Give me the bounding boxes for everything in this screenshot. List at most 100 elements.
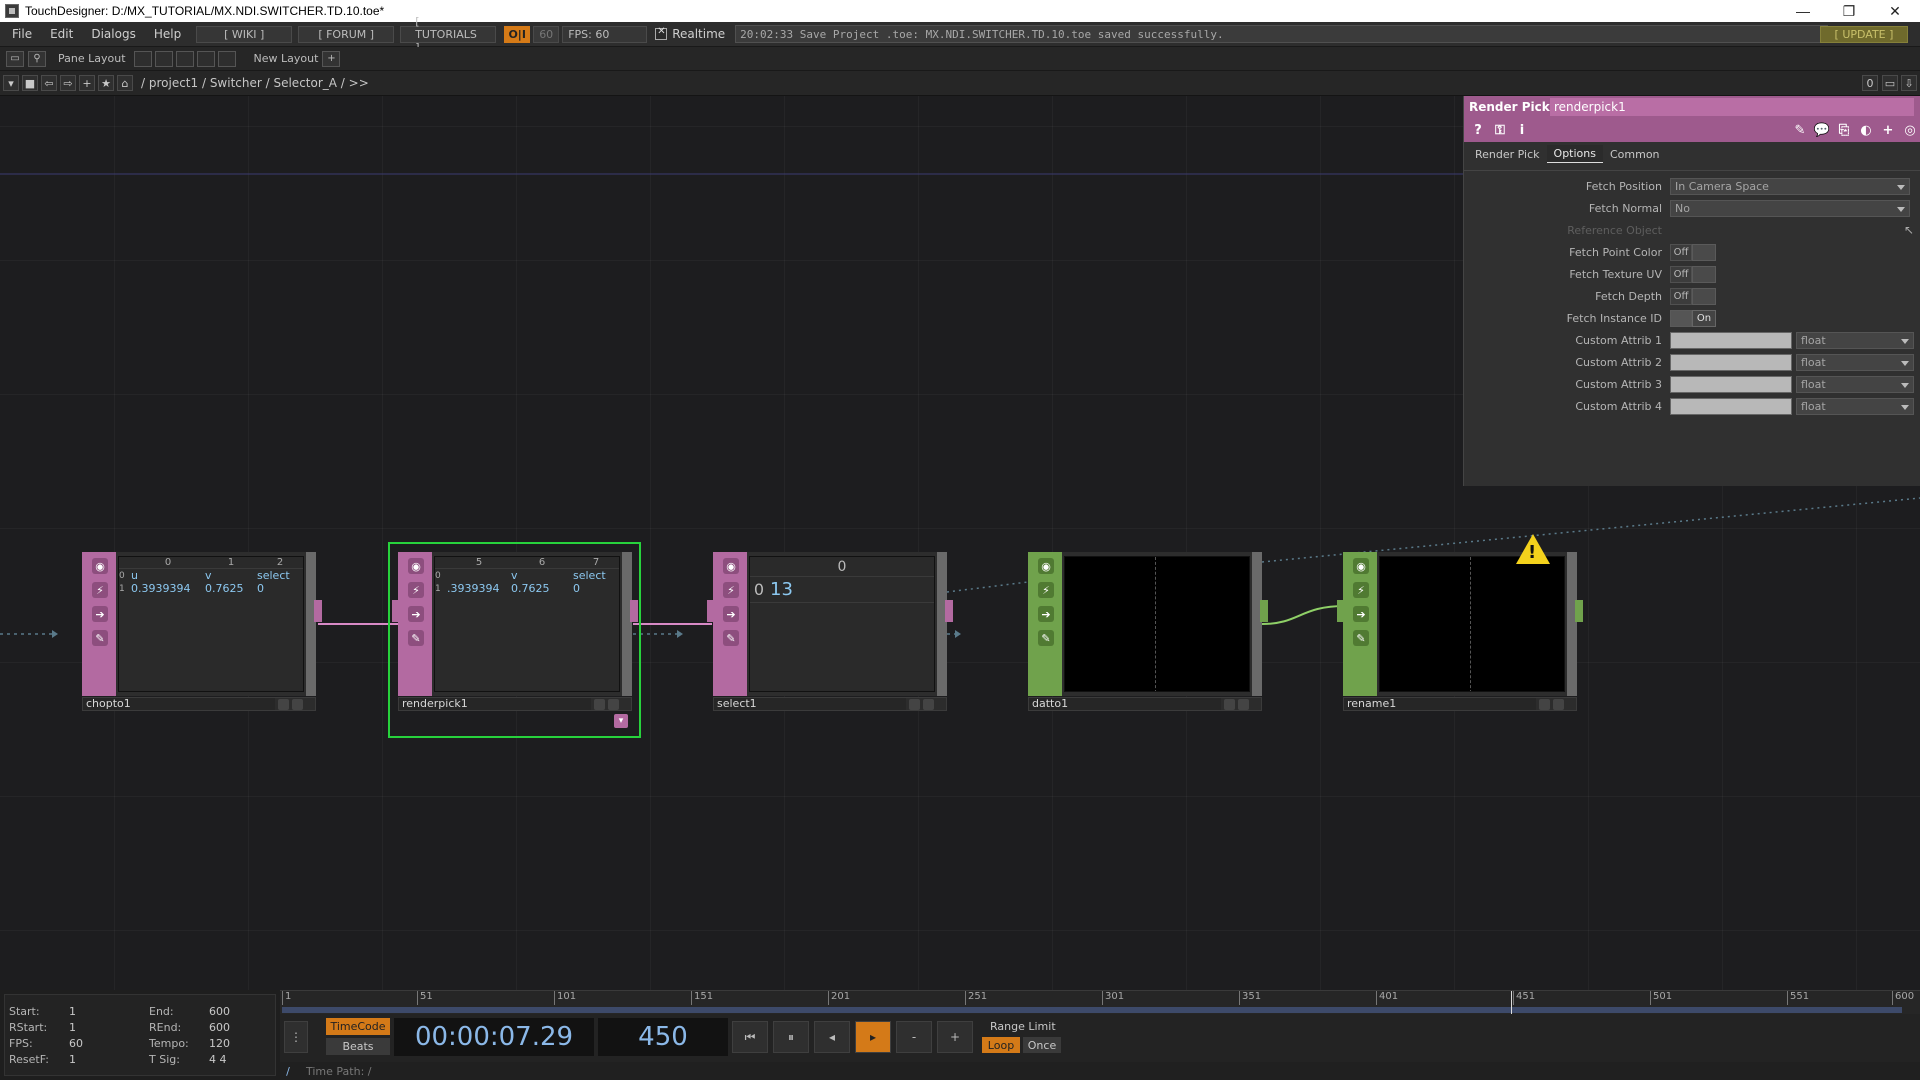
flag-plus[interactable]: [608, 698, 619, 710]
fetch-instance-id-toggle[interactable]: On: [1670, 309, 1716, 327]
node-select1[interactable]: ◉ ⚡ ➔ ✎ 0 0 13 select1: [707, 552, 953, 711]
node-chopto1[interactable]: ◉ ⚡ ➔ ✎ 0 1 2 0 u v select 1 0.3939394 0…: [82, 552, 322, 711]
custom-attrib-1-field[interactable]: [1670, 331, 1792, 349]
maximize-pane-icon[interactable]: ▭: [1882, 75, 1898, 91]
flag-dot[interactable]: [1224, 698, 1235, 710]
tsig-value[interactable]: 4 4: [209, 1053, 289, 1066]
viewer-toggle-icon[interactable]: ◉: [1353, 558, 1369, 574]
input-connector[interactable]: [392, 600, 400, 622]
timeline-ruler[interactable]: 1 51 101 151 201 251 301 351 401 451 501…: [280, 990, 1920, 1015]
home-icon[interactable]: ⌂: [117, 75, 133, 91]
layout-single[interactable]: [133, 50, 152, 67]
tab-options[interactable]: Options: [1546, 145, 1603, 163]
custom-attrib-2-field[interactable]: [1670, 353, 1792, 371]
display-icon[interactable]: ➔: [408, 606, 424, 622]
star-icon[interactable]: ★: [98, 75, 114, 91]
pick-object-icon[interactable]: ↖: [1904, 223, 1914, 237]
comment-icon[interactable]: 💬: [1814, 122, 1830, 138]
close-button[interactable]: ✕: [1872, 0, 1918, 22]
node-renderpick1[interactable]: ◉ ⚡ ➔ ✎ 5 6 7 0 v select 1 .3939394 0.76…: [392, 552, 638, 728]
toggle-switch[interactable]: [1692, 243, 1716, 261]
output-connector[interactable]: [945, 600, 953, 622]
download-icon[interactable]: ⇩: [1901, 75, 1917, 91]
node-name[interactable]: datto1: [1029, 698, 1221, 710]
timecode-button[interactable]: TimeCode: [326, 1018, 390, 1035]
time-path-root[interactable]: /: [280, 1065, 296, 1078]
beats-button[interactable]: Beats: [326, 1038, 390, 1055]
node-name[interactable]: renderpick1: [399, 698, 591, 710]
pane-node-icon[interactable]: ⚲: [28, 50, 46, 67]
layout-split-horizontal[interactable]: [175, 50, 194, 67]
forward-arrow-icon[interactable]: ⇨: [60, 75, 76, 91]
display-icon[interactable]: ➔: [92, 606, 108, 622]
python-icon[interactable]: ◐: [1858, 122, 1874, 138]
node-name[interactable]: rename1: [1344, 698, 1536, 710]
lock-icon[interactable]: ✎: [92, 630, 108, 646]
tutorials-button[interactable]: [ TUTORIALS ]: [400, 15, 497, 54]
flag-dot[interactable]: [594, 698, 605, 710]
update-button[interactable]: [ UPDATE ]: [1820, 26, 1908, 43]
stop-icon[interactable]: ■: [22, 75, 38, 91]
fetch-position-menu[interactable]: In Camera Space: [1670, 177, 1910, 195]
loop-button[interactable]: Loop: [982, 1037, 1020, 1053]
viewer-toggle-icon[interactable]: ◉: [723, 558, 739, 574]
fetch-depth-toggle[interactable]: Off: [1670, 287, 1716, 305]
rewind-icon[interactable]: ⏮: [732, 1021, 768, 1053]
end-value[interactable]: 600: [209, 1005, 289, 1018]
node-body[interactable]: ◉ ⚡ ➔ ✎: [1337, 552, 1583, 696]
display-icon[interactable]: ➔: [1038, 606, 1054, 622]
node-body[interactable]: ◉ ⚡ ➔ ✎ 5 6 7 0 v select 1 .3939394 0.76…: [392, 552, 638, 696]
start-value[interactable]: 1: [69, 1005, 149, 1018]
pause-icon[interactable]: ⏸: [773, 1021, 809, 1053]
toggle-switch[interactable]: [1692, 265, 1716, 283]
custom-attrib-3-field[interactable]: [1670, 375, 1792, 393]
clone-icon[interactable]: ⎘: [1836, 122, 1852, 138]
op-name-field[interactable]: renderpick1: [1550, 98, 1914, 116]
tempo-value[interactable]: 120: [209, 1037, 289, 1050]
back-arrow-icon[interactable]: ⇦: [41, 75, 57, 91]
restore-button[interactable]: ❐: [1826, 0, 1872, 22]
input-connector[interactable]: [1337, 600, 1345, 622]
lock-icon[interactable]: ✎: [1038, 630, 1054, 646]
timeline-playhead[interactable]: [1511, 991, 1512, 1015]
play-icon[interactable]: ▸: [855, 1021, 891, 1053]
node-name[interactable]: chopto1: [83, 698, 275, 710]
help-icon[interactable]: ?: [1470, 122, 1486, 138]
bypass-icon[interactable]: ⚡: [1353, 582, 1369, 598]
fetch-point-color-toggle[interactable]: Off: [1670, 243, 1716, 261]
toggle-switch[interactable]: [1670, 309, 1692, 327]
timeline-collapse-icon[interactable]: ⋮: [284, 1021, 308, 1053]
node-body[interactable]: ◉ ⚡ ➔ ✎ 0 1 2 0 u v select 1 0.3939394 0…: [82, 552, 322, 696]
tab-render-pick[interactable]: Render Pick: [1468, 145, 1547, 163]
input-connector[interactable]: [707, 600, 715, 622]
rend-value[interactable]: 600: [209, 1021, 289, 1034]
tab-common[interactable]: Common: [1603, 145, 1667, 163]
perform-mode-button[interactable]: O|I: [504, 25, 531, 43]
layout-three[interactable]: [196, 50, 215, 67]
fetch-texture-uv-toggle[interactable]: Off: [1670, 265, 1716, 283]
chevron-down-icon[interactable]: ▾: [3, 75, 19, 91]
flag-plus[interactable]: [292, 698, 303, 710]
node-datto1[interactable]: ◉ ⚡ ➔ ✎ datto1: [1028, 552, 1268, 711]
viewer-toggle-icon[interactable]: ◉: [408, 558, 424, 574]
network-path[interactable]: / project1 / Switcher / Selector_A / >>: [141, 76, 369, 90]
custom-attrib-2-type-menu[interactable]: float: [1796, 353, 1914, 371]
pane-split-icon[interactable]: ▭: [6, 50, 24, 67]
node-body[interactable]: ◉ ⚡ ➔ ✎: [1028, 552, 1268, 696]
add-layout-button[interactable]: +: [322, 50, 341, 67]
info-icon[interactable]: i: [1514, 122, 1530, 138]
output-connector[interactable]: [1260, 600, 1268, 622]
frame-display[interactable]: 450: [598, 1018, 728, 1056]
flag-dot[interactable]: [909, 698, 920, 710]
display-icon[interactable]: ➔: [1353, 606, 1369, 622]
lock-icon[interactable]: ✎: [408, 630, 424, 646]
bypass-icon[interactable]: ⚡: [92, 582, 108, 598]
fetch-normal-menu[interactable]: No: [1670, 199, 1910, 217]
menu-help[interactable]: Help: [145, 27, 190, 41]
menu-edit[interactable]: Edit: [41, 27, 82, 41]
menu-file[interactable]: File: [0, 27, 41, 41]
step-minus-button[interactable]: -: [896, 1021, 932, 1053]
node-body[interactable]: ◉ ⚡ ➔ ✎ 0 0 13: [707, 552, 953, 696]
add-icon[interactable]: +: [1880, 122, 1896, 138]
once-button[interactable]: Once: [1023, 1037, 1061, 1053]
